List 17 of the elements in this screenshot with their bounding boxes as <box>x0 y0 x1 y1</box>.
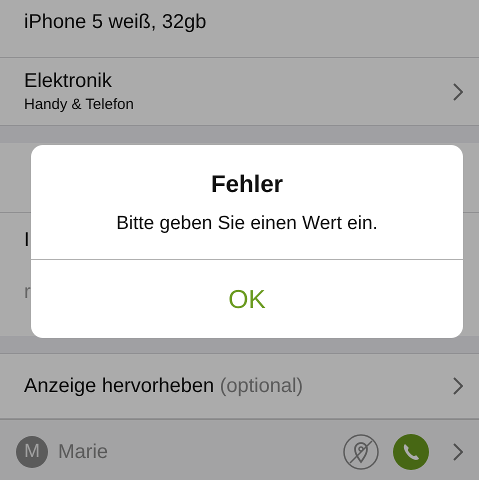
avatar-initial: M <box>16 436 48 468</box>
chevron-icon <box>453 82 463 100</box>
description-text: r <box>24 280 31 305</box>
location-off-icon[interactable] <box>343 434 379 470</box>
chevron-icon <box>453 377 463 395</box>
alert-message: Bitte geben Sie einen Wert ein. <box>116 213 378 235</box>
option-text: Anzeige hervorheben (optional) <box>24 374 304 398</box>
chevron-icon <box>453 443 463 461</box>
description-text: I <box>24 228 31 253</box>
form-row[interactable]: iPhone 5 weiß, 32gb <box>0 0 479 58</box>
contact-name: Marie <box>58 440 110 464</box>
category-text: Elektronik <box>24 70 113 93</box>
title-text: iPhone 5 weiß, 32gb <box>24 11 206 34</box>
subcategory-text: Handy & Telefon <box>24 96 134 113</box>
alert-title: Fehler <box>210 171 284 199</box>
phone-button[interactable] <box>393 434 429 470</box>
category-row[interactable]: Elektronik Handy & Telefon <box>0 58 479 126</box>
